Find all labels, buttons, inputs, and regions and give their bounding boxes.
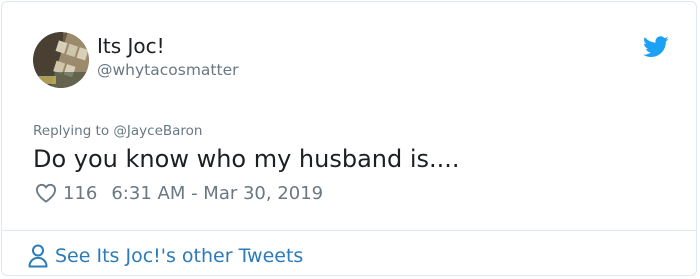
person-icon	[28, 244, 48, 268]
timestamp[interactable]: 6:31 AM - Mar 30, 2019	[111, 183, 323, 204]
tweet-card: Its Joc! @whytacosmatter Replying to @Ja…	[1, 1, 697, 276]
divider	[2, 230, 696, 231]
avatar[interactable]	[33, 32, 89, 88]
replying-to-mention[interactable]: @JayceBaron	[113, 123, 202, 139]
tweet-text: Do you know who my husband is....	[33, 145, 460, 173]
heart-icon[interactable]	[35, 183, 57, 203]
author-display-name[interactable]: Its Joc!	[97, 34, 165, 58]
replying-to-prefix: Replying to	[33, 123, 110, 139]
see-other-tweets-label[interactable]: See Its Joc!'s other Tweets	[55, 245, 303, 267]
like-count[interactable]: 116	[63, 183, 97, 204]
see-other-tweets-link[interactable]: See Its Joc!'s other Tweets	[28, 242, 303, 270]
twitter-bird-icon[interactable]	[643, 35, 669, 59]
author-handle[interactable]: @whytacosmatter	[97, 61, 239, 79]
tweet-meta: 116 6:31 AM - Mar 30, 2019	[35, 180, 323, 206]
replying-to: Replying to @JayceBaron	[33, 123, 202, 139]
